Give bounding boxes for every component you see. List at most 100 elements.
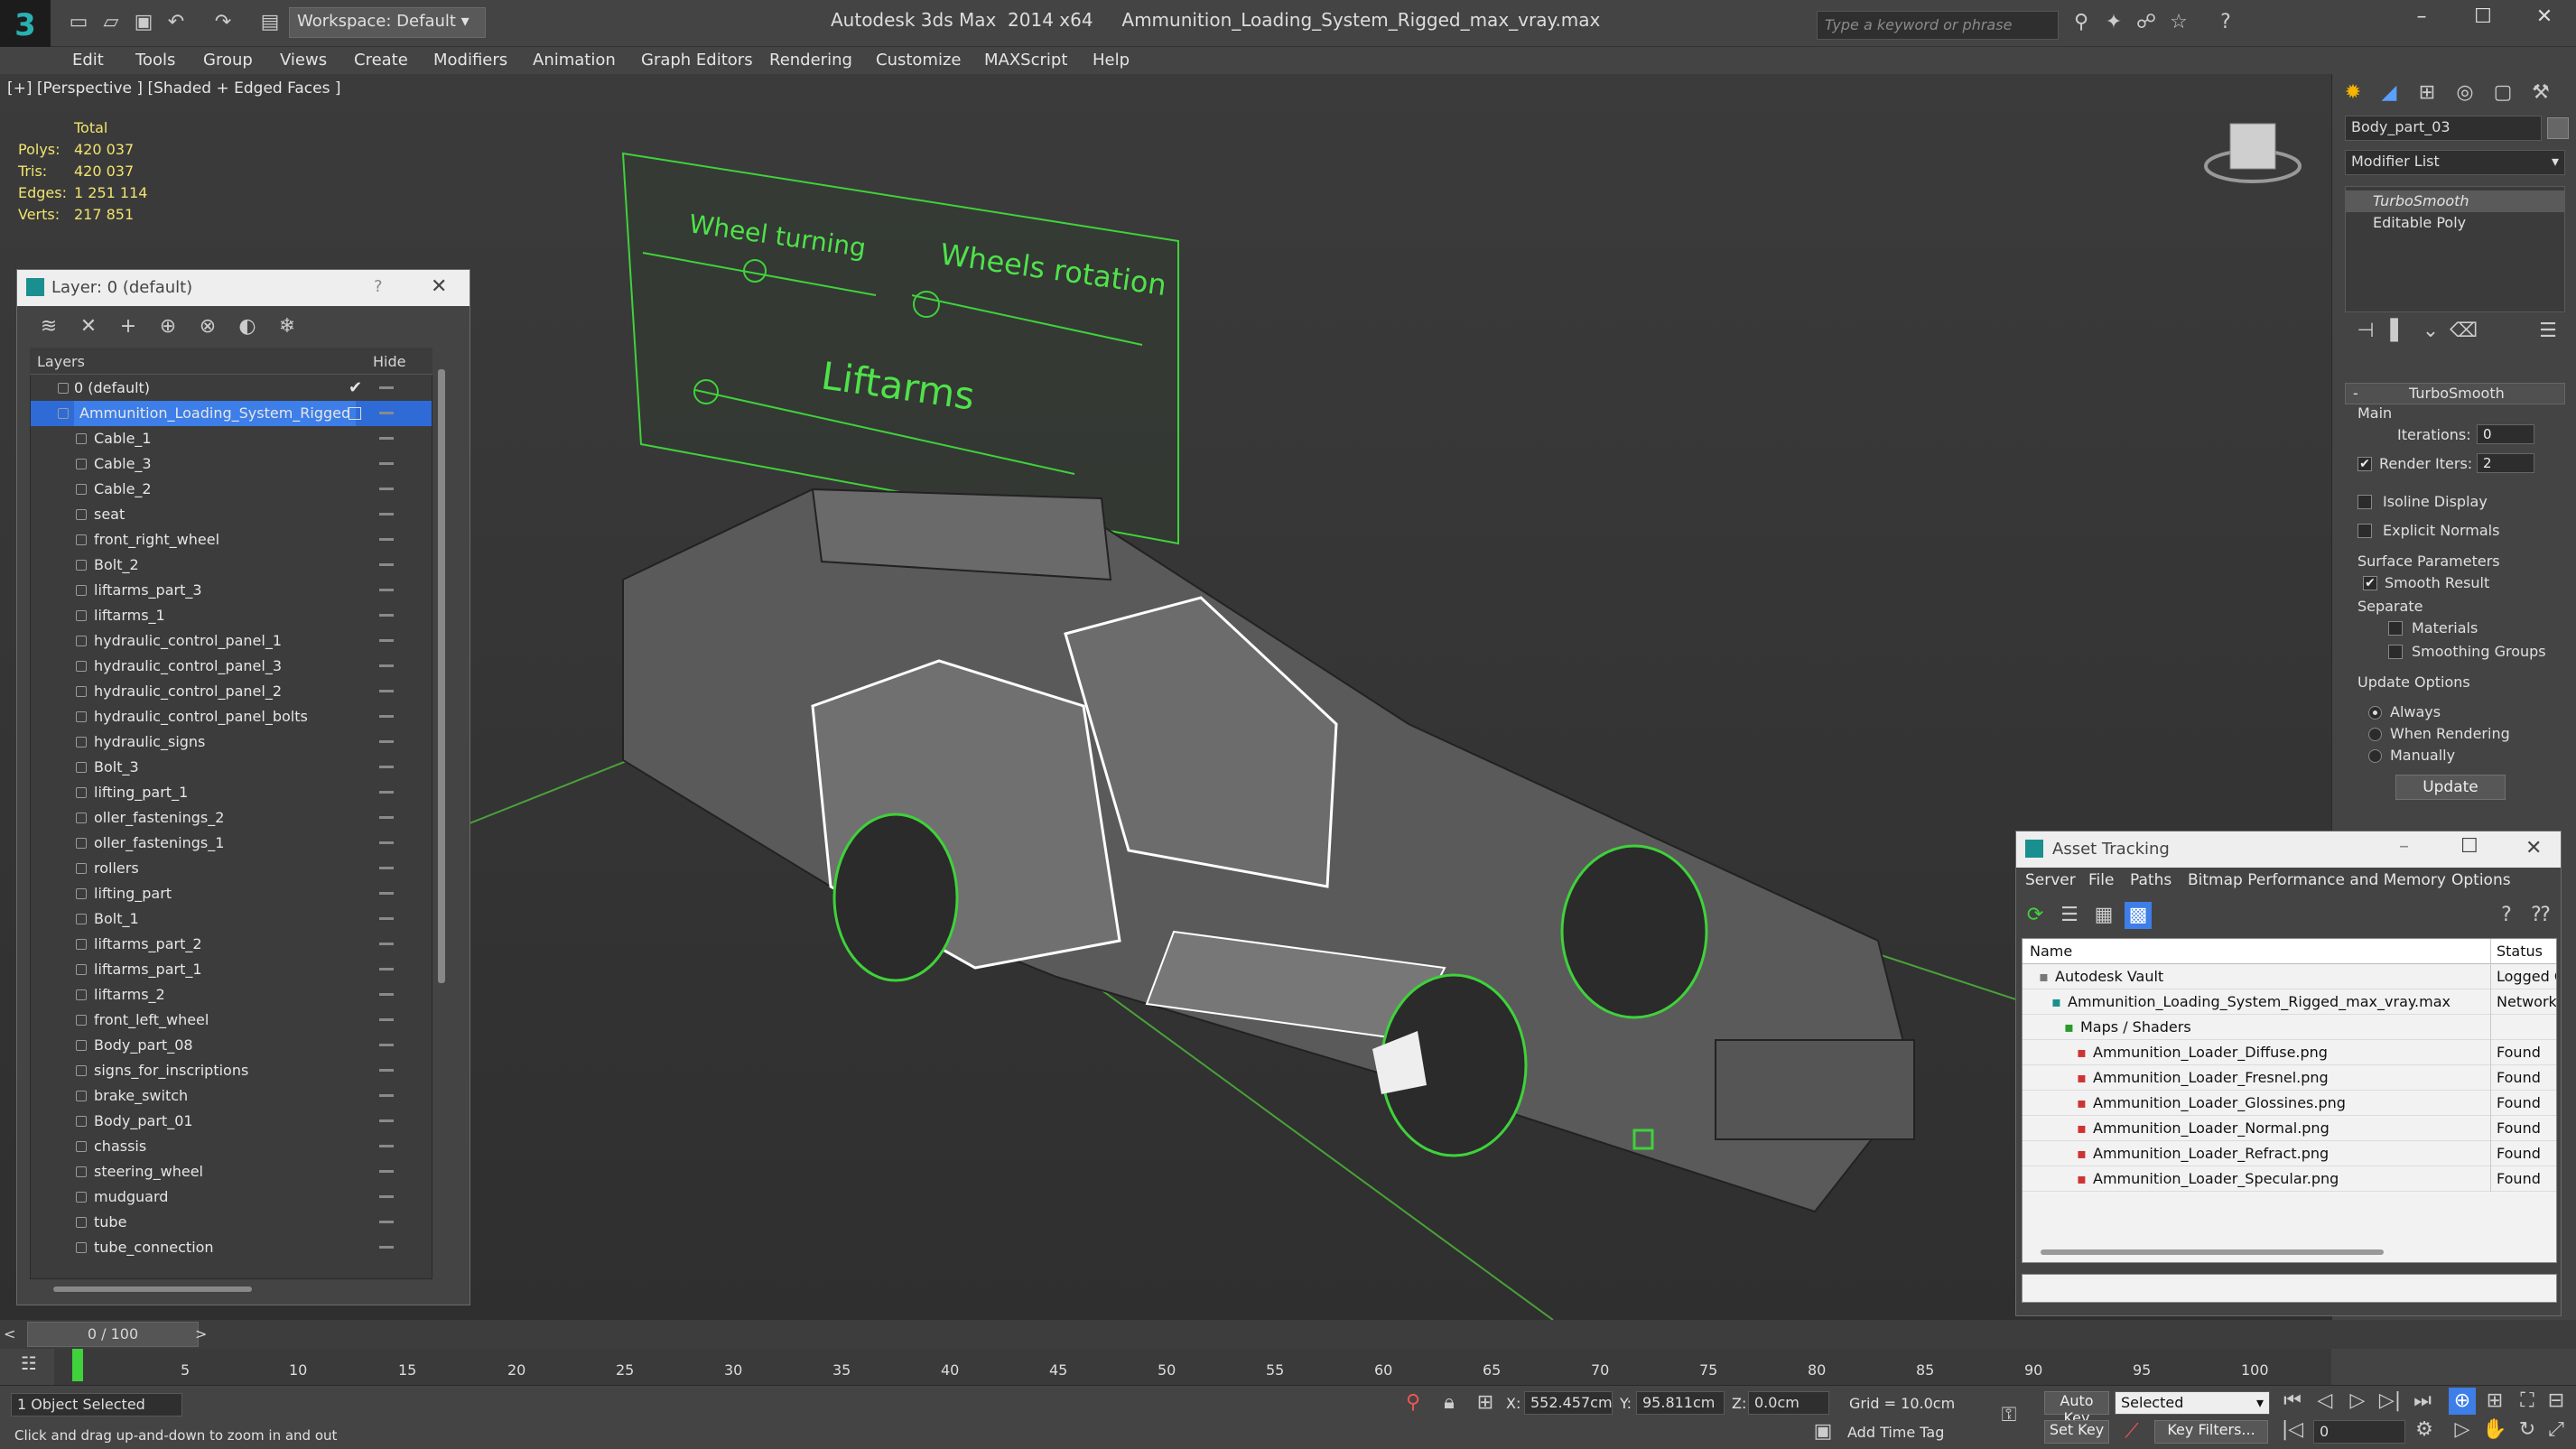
zoom-extents-icon[interactable]: ⛶ — [2514, 1388, 2541, 1415]
iterations-spinner[interactable]: 0 — [2477, 424, 2534, 444]
menu-rendering[interactable]: Rendering — [769, 47, 852, 74]
layer-row[interactable]: liftarms_1 — [31, 603, 432, 628]
selected-set-dropdown[interactable]: Selected ▾ — [2115, 1391, 2270, 1415]
control-panel-shape[interactable]: Wheel turning Wheels rotation Liftarms — [621, 152, 1179, 545]
menu-views[interactable]: Views — [280, 47, 327, 74]
layer-row[interactable]: rollers — [31, 856, 432, 881]
layer-row[interactable]: liftarms_part_2 — [31, 932, 432, 957]
menu-create[interactable]: Create — [354, 47, 408, 74]
create-tab-icon[interactable]: ✹ — [2339, 79, 2367, 107]
redo-icon[interactable]: ↷ — [209, 9, 237, 36]
object-color-swatch[interactable] — [2547, 117, 2569, 139]
time-slider-track[interactable]: < 0 / 100 > — [0, 1320, 2576, 1349]
layer-row[interactable]: chassis — [31, 1134, 432, 1159]
binoculars-icon[interactable]: ⚲ — [2068, 9, 2095, 36]
layer-window-titlebar[interactable]: Layer: 0 (default) ? ✕ — [17, 270, 470, 306]
communication-icon[interactable]: ☍ — [2133, 9, 2160, 36]
field-of-view-icon[interactable]: ▷ — [2449, 1416, 2476, 1444]
maximize-viewport-icon[interactable]: ⊟ — [2543, 1388, 2570, 1415]
asset-hscrollbar[interactable] — [2041, 1249, 2384, 1255]
asset-row[interactable]: ▪ Ammunition_Loader_Refract.png Found — [2023, 1141, 2556, 1166]
menu-modifiers[interactable]: Modifiers — [433, 47, 507, 74]
menu-tools[interactable]: Tools — [135, 47, 175, 74]
name-column-header[interactable]: Name — [2030, 939, 2072, 964]
asset-menu-options[interactable]: Options — [2451, 871, 2511, 889]
layer-row[interactable]: Bolt_3 — [31, 755, 432, 780]
layer-row[interactable]: front_left_wheel — [31, 1008, 432, 1033]
hide-toggle[interactable] — [379, 1018, 394, 1021]
hide-toggle[interactable] — [379, 1044, 394, 1046]
hide-toggle[interactable] — [379, 563, 394, 566]
maximize-icon[interactable]: ☐ — [2463, 5, 2503, 38]
hide-toggle[interactable] — [379, 943, 394, 945]
go-to-end-icon[interactable]: ⏭ — [2409, 1388, 2436, 1415]
minimize-icon[interactable]: – — [2402, 5, 2441, 38]
menu-graph-editors[interactable]: Graph Editors — [641, 47, 753, 74]
time-tag-icon[interactable]: ▣ — [1809, 1418, 1837, 1445]
table-view-icon[interactable]: ▦ — [2090, 902, 2117, 929]
hierarchy-tab-icon[interactable]: ⊞ — [2413, 79, 2441, 107]
layer-row[interactable]: Cable_2 — [31, 477, 432, 502]
manually-radio[interactable] — [2368, 749, 2382, 763]
hide-toggle[interactable] — [379, 690, 394, 692]
hide-toggle[interactable] — [379, 841, 394, 844]
layer-row[interactable]: tube_connection — [31, 1235, 432, 1260]
hide-toggle[interactable] — [379, 1119, 394, 1122]
layer-freeze-all-icon[interactable]: ❄ — [274, 313, 301, 340]
asset-row[interactable]: ▪ Ammunition_Loader_Fresnel.png Found — [2023, 1065, 2556, 1091]
isoline-display-checkbox[interactable] — [2357, 495, 2372, 509]
menu-customize[interactable]: Customize — [876, 47, 961, 74]
key-mode-icon[interactable]: ⚿ — [1995, 1402, 2023, 1429]
hide-toggle[interactable] — [379, 664, 394, 667]
y-coord-field[interactable]: 95.811cm — [1636, 1391, 1725, 1415]
layer-hide-all-icon[interactable]: ◐ — [234, 313, 261, 340]
hide-toggle[interactable] — [379, 1195, 394, 1198]
hide-toggle[interactable] — [379, 715, 394, 718]
save-icon[interactable]: ▣ — [130, 9, 157, 36]
explicit-normals-checkbox[interactable] — [2357, 524, 2372, 538]
layer-row[interactable]: Bolt_2 — [31, 553, 432, 578]
lock-icon[interactable]: 🔒︎ — [1436, 1389, 1463, 1416]
hide-toggle[interactable] — [379, 1246, 394, 1249]
remove-modifier-icon[interactable]: ⌫ — [2450, 318, 2478, 345]
undo-icon[interactable]: ↶ — [163, 9, 190, 36]
new-file-icon[interactable]: ▭ — [65, 9, 92, 36]
layer-row[interactable]: Body_part_01 — [31, 1109, 432, 1134]
hide-toggle[interactable] — [379, 386, 394, 389]
layer-scrollbar[interactable] — [438, 369, 445, 983]
hide-toggle[interactable] — [379, 1069, 394, 1072]
asset-row[interactable]: ▪ Maps / Shaders — [2023, 1015, 2556, 1040]
hide-toggle[interactable] — [379, 766, 394, 768]
layer-row[interactable]: seat — [31, 502, 432, 527]
hide-toggle[interactable] — [379, 791, 394, 794]
set-key-button[interactable]: Set Key — [2044, 1420, 2109, 1444]
smooth-result-checkbox[interactable]: ✔ — [2363, 576, 2377, 590]
layer-row[interactable]: hydraulic_control_panel_1 — [31, 628, 432, 654]
current-frame-marker[interactable] — [72, 1349, 83, 1381]
search-input[interactable]: Type a keyword or phrase — [1817, 11, 2059, 40]
hide-toggle[interactable] — [379, 1221, 394, 1223]
object-name-field[interactable]: Body_part_03 — [2345, 116, 2542, 141]
render-iters-spinner[interactable]: 2 — [2477, 453, 2534, 473]
time-config-icon[interactable]: ⚙ — [2411, 1416, 2438, 1444]
next-frame-icon[interactable]: ▷| — [2376, 1388, 2404, 1415]
smoothing-groups-checkbox[interactable] — [2388, 645, 2403, 659]
layer-row[interactable]: oller_fastenings_2 — [31, 805, 432, 831]
layer-create-icon[interactable]: ≋ — [35, 313, 62, 340]
when-rendering-radio[interactable] — [2368, 728, 2382, 741]
layer-close-icon[interactable]: ✕ — [431, 275, 447, 298]
hide-toggle[interactable] — [379, 917, 394, 920]
display-tab-icon[interactable]: ▢ — [2489, 79, 2516, 107]
hide-toggle[interactable] — [379, 462, 394, 465]
hide-toggle[interactable] — [379, 412, 394, 414]
menu-help[interactable]: Help — [1093, 47, 1130, 74]
layer-row[interactable]: liftarms_2 — [31, 982, 432, 1008]
open-file-icon[interactable]: ▱ — [98, 9, 125, 36]
track-bar[interactable]: 5 10 15 20 25 30 35 40 45 50 55 60 65 70… — [54, 1349, 2331, 1385]
hide-toggle[interactable] — [379, 513, 394, 516]
layer-row[interactable]: Cable_1 — [31, 426, 432, 451]
hide-toggle[interactable] — [379, 867, 394, 869]
asset-row[interactable]: ▪ Ammunition_Loader_Glossines.png Found — [2023, 1091, 2556, 1116]
vehicle-model[interactable] — [622, 488, 1916, 1213]
utilities-tab-icon[interactable]: ⚒ — [2527, 79, 2554, 107]
